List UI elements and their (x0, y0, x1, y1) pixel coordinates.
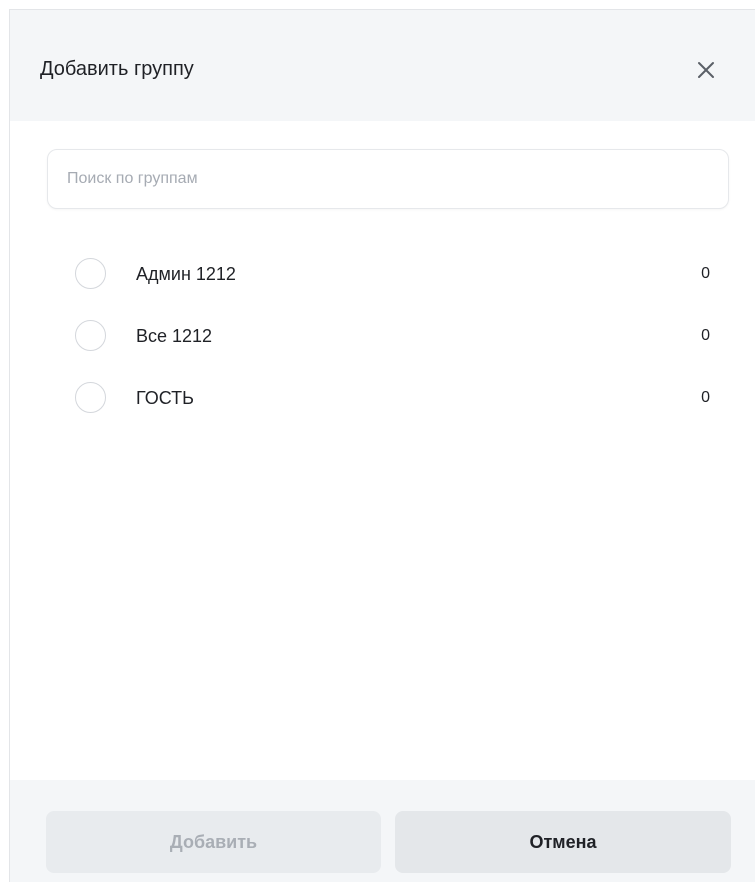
dialog-header: Добавить группу (10, 10, 755, 121)
add-button[interactable]: Добавить (46, 811, 381, 873)
group-label: Все 1212 (136, 326, 213, 346)
add-group-dialog: Добавить группу Админ 1212 0 Все 1212 0 … (9, 9, 755, 882)
list-item[interactable]: Админ 1212 0 (50, 250, 730, 298)
close-icon (698, 62, 714, 78)
cancel-button[interactable]: Отмена (395, 811, 731, 873)
group-count: 0 (701, 389, 710, 406)
group-count: 0 (701, 265, 710, 282)
list-item[interactable]: ГОСТЬ 0 (50, 374, 730, 422)
group-count: 0 (701, 327, 710, 344)
radio-button[interactable] (75, 320, 106, 351)
group-label: Админ 1212 (136, 264, 236, 284)
radio-button[interactable] (75, 258, 106, 289)
close-button[interactable] (694, 58, 718, 82)
group-label: ГОСТЬ (136, 388, 194, 408)
list-item[interactable]: Все 1212 0 (50, 312, 730, 360)
search-input[interactable] (47, 149, 729, 209)
radio-button[interactable] (75, 382, 106, 413)
dialog-footer: Добавить Отмена (10, 780, 755, 882)
dialog-title: Добавить группу (40, 58, 194, 80)
